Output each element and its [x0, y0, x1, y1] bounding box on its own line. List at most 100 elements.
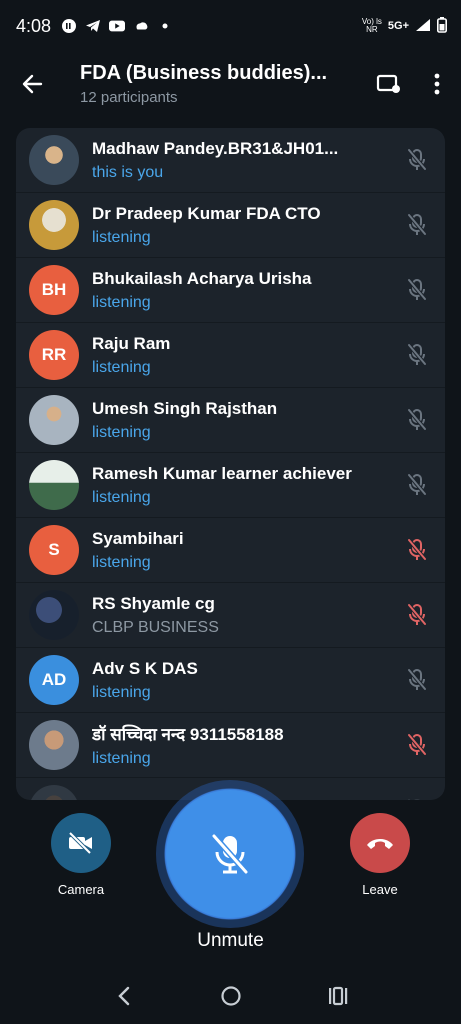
participant-name: Dr Pradeep Kumar FDA CTO [92, 203, 321, 223]
signal-icon [415, 18, 431, 35]
mic-off-icon[interactable] [389, 538, 445, 562]
youtube-icon [109, 18, 126, 34]
recents-icon [328, 986, 347, 1006]
screen-share-button[interactable] [365, 56, 413, 112]
avatar: RR [29, 330, 79, 380]
participant-name: Umesh Singh Rajsthan [92, 398, 278, 418]
participant-row[interactable]: डॉ सच्चिदा नन्द 9311558188 listening [16, 713, 445, 778]
participant-row[interactable]: BH Bhukailash Acharya Urisha listening [16, 258, 445, 323]
nav-recents-button[interactable] [314, 972, 362, 1020]
participant-row[interactable]: S Syambihari listening [16, 518, 445, 583]
chevron-left-icon [117, 986, 129, 1006]
participants-count: 12 participants [80, 89, 178, 106]
network-type: 5G+ [387, 20, 409, 32]
participant-status: listening [92, 358, 151, 376]
avatar [29, 135, 79, 185]
avatar [29, 785, 79, 800]
mic-off-icon[interactable] [389, 343, 445, 367]
mic-off-icon[interactable] [389, 278, 445, 302]
avatar: AD [29, 655, 79, 705]
participant-status: listening [92, 683, 151, 701]
participant-text: Umesh Singh Rajsthan listening [92, 399, 389, 442]
participant-row[interactable]: Ramesh Kumar learner achiever listening [16, 453, 445, 518]
participant-text: Raju Ram listening [92, 334, 389, 377]
participant-row[interactable]: RR Raju Ram listening [16, 323, 445, 388]
system-status: Vo) ls NR 5G+ [362, 16, 447, 36]
avatar [29, 395, 79, 445]
dot-icon [157, 18, 173, 34]
battery-icon [437, 16, 447, 36]
participant-status: listening [92, 750, 151, 767]
camera-label: Camera [57, 882, 105, 897]
nav-home-button[interactable] [207, 972, 255, 1020]
avatar [29, 720, 79, 770]
participant-row[interactable]: RS Shyamle cg CLBP BUSINESS [16, 583, 445, 648]
home-circle-icon [220, 986, 241, 1006]
avatar: S [29, 525, 79, 575]
participant-name: Syambihari [92, 528, 184, 548]
back-button[interactable] [0, 56, 64, 112]
mic-off-icon[interactable] [389, 668, 445, 692]
participant-text: Madhaw Pandey.BR31&JH01... this is you [92, 139, 389, 182]
leave-label: Leave [362, 882, 398, 897]
participant-row[interactable]: Madhaw Pandey.BR31&JH01... this is you [16, 128, 445, 193]
status-bar: 4:08 Vo) ls NR 5G+ [0, 0, 461, 52]
participant-name: Raju Ram [92, 333, 171, 353]
participant-row[interactable]: AD Adv S K DAS listening [16, 648, 445, 713]
mic-off-icon[interactable] [389, 798, 445, 800]
participant-text: Dr Pradeep Kumar FDA CTO listening [92, 204, 389, 247]
leave-button[interactable] [350, 813, 410, 873]
participant-row[interactable]: Dr Pradeep Kumar FDA CTO listening [16, 193, 445, 258]
nav-back-button[interactable] [100, 972, 148, 1020]
mic-off-icon[interactable] [389, 148, 445, 172]
more-options-button[interactable] [413, 56, 461, 112]
hang-up-icon [367, 839, 393, 849]
status-time: 4:08 [16, 15, 52, 36]
system-nav-bar [0, 968, 461, 1024]
mic-off-icon[interactable] [389, 473, 445, 497]
mic-off-icon [211, 834, 249, 874]
avatar [29, 460, 79, 510]
screen-record-icon [376, 74, 400, 93]
participant-text: Adv S K DAS listening [92, 659, 389, 702]
volte-indicator: Vo) ls NR [362, 18, 382, 34]
camera-button[interactable] [51, 813, 111, 873]
participant-name: Bhukailash Acharya Urisha [92, 268, 312, 288]
participant-name: Adv S K DAS [92, 658, 198, 678]
mic-off-icon[interactable] [389, 408, 445, 432]
participant-status: listening [92, 228, 151, 246]
unmute-button[interactable] [166, 790, 294, 918]
participant-status: this is you [92, 163, 164, 181]
avatar: BH [29, 265, 79, 315]
participant-text: Ramesh Kumar learner achiever listening [92, 464, 389, 507]
header-title-block[interactable]: FDA (Business buddies)... 12 participant… [64, 62, 365, 106]
notification-icons [61, 18, 173, 34]
call-header: FDA (Business buddies)... 12 participant… [0, 52, 461, 116]
participant-name: RS Shyamle cg [92, 593, 215, 613]
mic-off-icon[interactable] [389, 213, 445, 237]
app-notification-icon [61, 18, 77, 34]
weather-icon [133, 18, 149, 34]
participant-list[interactable]: Madhaw Pandey.BR31&JH01... this is you Dr … [16, 128, 445, 800]
unmute-label: Unmute [197, 930, 264, 951]
kebab-menu-icon [434, 73, 440, 95]
participant-name: Madhaw Pandey.BR31&JH01... [92, 138, 339, 158]
participant-status: listening [92, 293, 151, 311]
participant-status: listening [92, 553, 151, 571]
participant-status: CLBP BUSINESS [92, 618, 219, 636]
group-title: FDA (Business buddies)... [80, 62, 328, 84]
mic-off-icon[interactable] [389, 733, 445, 757]
participant-status: listening [92, 488, 151, 506]
mic-off-icon[interactable] [389, 603, 445, 627]
participant-text: Syambihari listening [92, 529, 389, 572]
avatar [29, 200, 79, 250]
participant-text: RS Shyamle cg CLBP BUSINESS [92, 594, 389, 637]
avatar [29, 590, 79, 640]
arrow-left-icon [22, 74, 43, 94]
participant-text: डॉ सच्चिदा नन्द 9311558188 listening [92, 722, 389, 768]
participant-name: Ramesh Kumar learner achiever [92, 463, 352, 483]
participant-row[interactable]: Umesh Singh Rajsthan listening [16, 388, 445, 453]
participant-name: डॉ सच्चिदा नन्द 9311558188 [92, 725, 284, 744]
telegram-icon [85, 18, 101, 34]
volte-bottom-text: NR [366, 25, 378, 34]
